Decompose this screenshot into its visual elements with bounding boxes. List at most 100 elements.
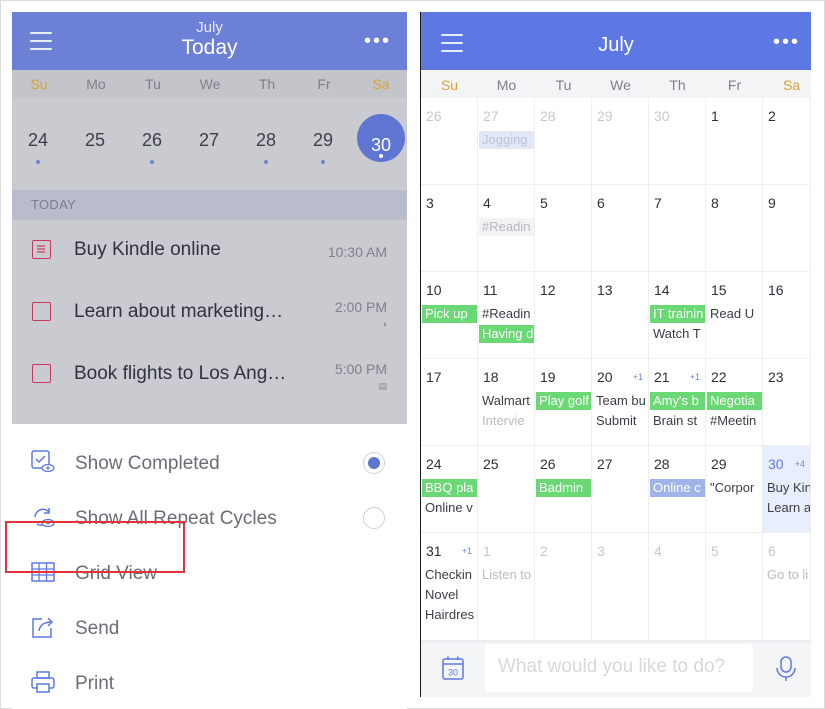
day-cell[interactable]: 6 Go to li xyxy=(763,533,811,641)
day-cell[interactable]: 4 #Readin xyxy=(478,185,535,272)
day-cell[interactable]: 30 +4 Buy Kin Learn a xyxy=(763,446,811,533)
menu-item-print[interactable]: Print xyxy=(12,656,407,709)
day-cell[interactable]: 20 +1 Team bu Submit xyxy=(592,359,649,446)
menu-item-label: Show Completed xyxy=(75,453,220,474)
day-cell[interactable]: 5 xyxy=(706,533,763,641)
event-chip[interactable]: Read U xyxy=(707,305,762,323)
header-title[interactable]: Today xyxy=(12,36,407,60)
weekday-label: Fr xyxy=(727,77,742,93)
event-chip[interactable]: Negotia xyxy=(707,392,762,410)
event-chip[interactable]: Team bu xyxy=(593,392,648,410)
event-chip[interactable]: Badmin xyxy=(536,479,591,497)
day-cell[interactable]: 28 xyxy=(535,98,592,185)
task-row[interactable]: Buy Kindle online 10:30 AM xyxy=(12,220,407,282)
day-cell[interactable]: 5 xyxy=(535,185,592,272)
event-chip[interactable]: "Corpor xyxy=(707,479,762,497)
day-cell[interactable]: 29 "Corpor xyxy=(706,446,763,533)
day-cell[interactable]: 2 xyxy=(535,533,592,641)
more-events-count: +4 xyxy=(794,459,805,469)
microphone-icon[interactable] xyxy=(775,656,797,682)
day-cell[interactable]: 4 xyxy=(649,533,706,641)
menu-item-send[interactable]: Send xyxy=(12,601,407,656)
day-cell[interactable]: 28 Online c xyxy=(649,446,706,533)
day-cell[interactable]: 9 xyxy=(763,185,811,272)
event-chip[interactable]: Learn a xyxy=(764,499,810,517)
event-chip[interactable]: Online v xyxy=(422,499,477,517)
day-cell[interactable]: 27 Jogging xyxy=(478,98,535,185)
day-cell[interactable]: 14 IT trainin Watch T xyxy=(649,272,706,359)
day-cell[interactable]: 3 xyxy=(592,533,649,641)
date-number[interactable]: 29 xyxy=(295,130,351,151)
event-chip[interactable]: Go to li xyxy=(764,566,810,584)
event-chip[interactable]: Pick up xyxy=(422,305,477,323)
day-cell[interactable]: 26 Badmin xyxy=(535,446,592,533)
event-chip[interactable]: IT trainin xyxy=(650,305,705,323)
calendar-icon[interactable]: 30 xyxy=(442,656,464,680)
date-number[interactable]: 25 xyxy=(67,130,123,151)
event-chip[interactable]: Checkin xyxy=(422,566,477,584)
day-cell[interactable]: 15 Read U xyxy=(706,272,763,359)
day-cell[interactable]: 1 Listen to xyxy=(478,533,535,641)
day-cell[interactable]: 8 xyxy=(706,185,763,272)
event-chip[interactable]: Watch T xyxy=(650,325,705,343)
day-cell[interactable]: 10 Pick up xyxy=(421,272,478,359)
event-chip[interactable]: #Readin xyxy=(479,218,534,236)
day-cell[interactable]: 7 xyxy=(649,185,706,272)
day-cell[interactable]: 2 xyxy=(763,98,811,185)
day-cell[interactable]: 18 Walmart Intervie xyxy=(478,359,535,446)
day-cell[interactable]: 11 #Readin Having d xyxy=(478,272,535,359)
day-cell[interactable]: 31 +1 Checkin Novel Hairdres xyxy=(421,533,478,641)
date-number[interactable]: 28 xyxy=(238,130,294,151)
day-cell[interactable]: 26 xyxy=(421,98,478,185)
event-chip[interactable]: Listen to xyxy=(479,566,534,584)
task-row[interactable]: Book flights to Los Ang… 5:00 PM ▤ xyxy=(12,344,407,406)
event-chip[interactable]: Buy Kin xyxy=(764,479,810,497)
event-chip[interactable]: Hairdres xyxy=(422,606,477,624)
event-chip[interactable]: #Meetin xyxy=(707,412,762,430)
day-cell[interactable]: 3 xyxy=(421,185,478,272)
date-number[interactable]: 24 xyxy=(12,130,66,151)
date-number[interactable]: 30 xyxy=(357,135,405,156)
month-title[interactable]: July xyxy=(421,34,811,57)
day-cell[interactable]: 22 Negotia #Meetin xyxy=(706,359,763,446)
event-chip[interactable]: Online c xyxy=(650,479,705,497)
note-checkbox-icon[interactable] xyxy=(32,240,51,259)
event-chip[interactable]: BBQ pla xyxy=(422,479,477,497)
date-number[interactable]: 27 xyxy=(181,130,237,151)
day-cell[interactable]: 17 xyxy=(421,359,478,446)
event-chip[interactable]: Amy's b xyxy=(650,392,705,410)
day-cell[interactable]: 23 xyxy=(763,359,811,446)
toggle-radio[interactable] xyxy=(363,452,385,474)
checkbox-icon[interactable] xyxy=(32,364,51,383)
weekday-label: Tu xyxy=(555,77,572,93)
event-chip[interactable]: #Readin xyxy=(479,305,534,323)
day-cell[interactable]: 21 +1 Amy's b Brain st xyxy=(649,359,706,446)
event-chip[interactable]: Brain st xyxy=(650,412,705,430)
day-cell[interactable]: 29 xyxy=(592,98,649,185)
event-chip[interactable]: Having d xyxy=(479,325,534,343)
day-cell[interactable]: 13 xyxy=(592,272,649,359)
day-cell[interactable]: 19 Play golf xyxy=(535,359,592,446)
event-chip[interactable]: Play golf xyxy=(536,392,591,410)
checkbox-icon[interactable] xyxy=(32,302,51,321)
day-cell[interactable]: 1 xyxy=(706,98,763,185)
event-chip[interactable]: Intervie xyxy=(479,412,534,430)
event-chip[interactable]: Jogging xyxy=(479,131,534,149)
day-cell[interactable]: 12 xyxy=(535,272,592,359)
event-chip[interactable]: Novel xyxy=(422,586,477,604)
day-cell[interactable]: 24 BBQ pla Online v xyxy=(421,446,478,533)
more-options-icon[interactable]: ••• xyxy=(364,31,391,51)
day-cell[interactable]: 25 xyxy=(478,446,535,533)
day-cell[interactable]: 16 xyxy=(763,272,811,359)
toggle-radio[interactable] xyxy=(363,507,385,529)
menu-item-show-completed[interactable]: Show Completed xyxy=(12,436,407,491)
event-chip[interactable]: Submit xyxy=(593,412,648,430)
task-row[interactable]: Learn about marketing… 2:00 PM ◑ xyxy=(12,282,407,344)
event-chip[interactable]: Walmart xyxy=(479,392,534,410)
day-cell[interactable]: 6 xyxy=(592,185,649,272)
day-cell[interactable]: 30 xyxy=(649,98,706,185)
task-input[interactable]: What would you like to do? xyxy=(485,644,753,692)
day-cell[interactable]: 27 xyxy=(592,446,649,533)
date-number[interactable]: 26 xyxy=(124,130,180,151)
more-options-icon[interactable]: ••• xyxy=(773,32,800,52)
